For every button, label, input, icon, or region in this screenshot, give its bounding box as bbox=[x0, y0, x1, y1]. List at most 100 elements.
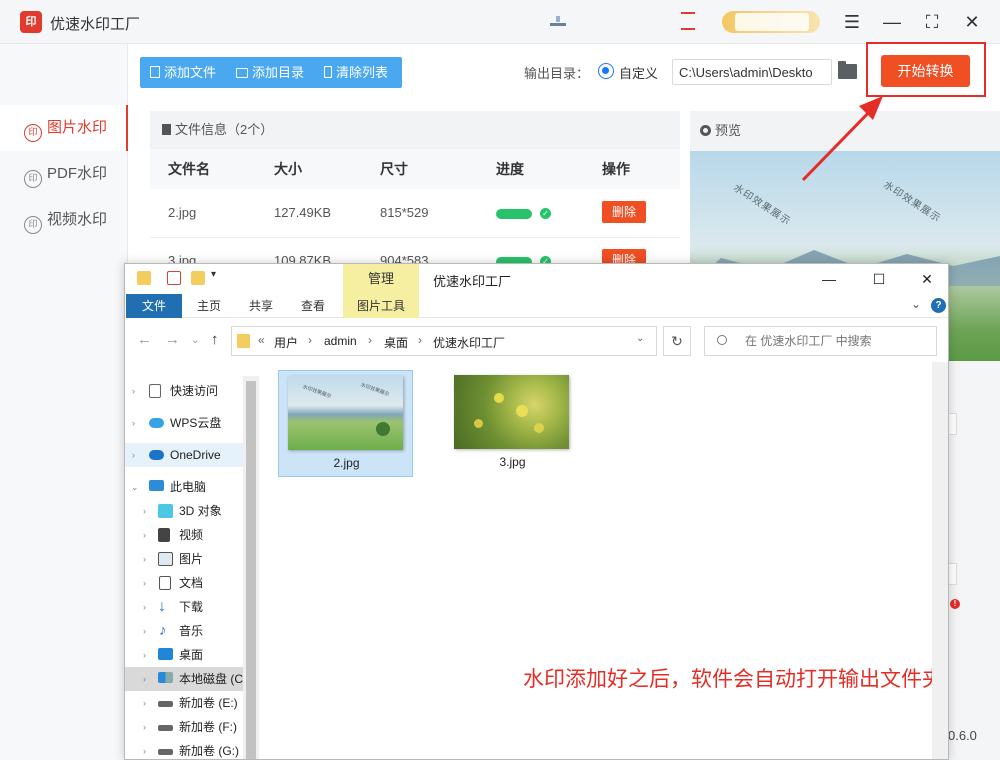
tree-scrollbar-thumb[interactable] bbox=[246, 381, 256, 759]
tree-item-pictures[interactable]: › 图片 bbox=[125, 547, 259, 571]
sidebar-item-pdf-watermark[interactable]: 印 PDF水印 bbox=[0, 151, 128, 197]
sidebar-item-video-watermark[interactable]: 印视频水印 bbox=[0, 197, 128, 243]
minimize-icon[interactable]: — bbox=[880, 10, 904, 34]
add-folder-button[interactable]: 添加目录 bbox=[236, 57, 304, 88]
tree-item-volume-f[interactable]: › 新加卷 (F:) bbox=[125, 715, 259, 739]
column-header: 进度 bbox=[496, 161, 524, 177]
chevron-right-icon[interactable]: › bbox=[132, 411, 135, 435]
back-icon[interactable]: ← bbox=[137, 331, 152, 348]
properties-icon[interactable] bbox=[167, 271, 181, 285]
tree-item-onedrive[interactable]: › OneDrive bbox=[125, 443, 259, 467]
chevron-down-icon[interactable]: ⌄ bbox=[911, 297, 921, 311]
watermark-icon: 印 bbox=[24, 216, 42, 234]
recent-locations-icon[interactable]: ⌄ bbox=[191, 335, 199, 346]
clear-list-label: 清除列表 bbox=[336, 65, 389, 80]
chevron-right-icon[interactable]: › bbox=[143, 547, 146, 571]
breadcrumb-segment[interactable]: 桌面 bbox=[384, 334, 408, 351]
new-folder-icon[interactable] bbox=[191, 271, 205, 285]
tree-item-wps-cloud[interactable]: › WPS云盘 bbox=[125, 411, 259, 435]
up-icon[interactable]: ↑ bbox=[211, 331, 219, 348]
search-input[interactable] bbox=[704, 326, 937, 356]
watermark-icon: 印 bbox=[24, 170, 42, 188]
chevron-right-icon[interactable]: › bbox=[143, 595, 146, 619]
tree-item-music[interactable]: › ♪ 音乐 bbox=[125, 619, 259, 643]
add-folder-label: 添加目录 bbox=[252, 65, 305, 80]
breadcrumb-segment[interactable]: 用户 bbox=[274, 334, 298, 351]
tree-item-volume-e[interactable]: › 新加卷 (E:) bbox=[125, 691, 259, 715]
tree-item-volume-g[interactable]: › 新加卷 (G:) bbox=[125, 739, 259, 759]
chevron-right-icon[interactable]: › bbox=[143, 667, 146, 691]
delete-button[interactable]: 删除 bbox=[602, 201, 646, 223]
forward-icon[interactable]: → bbox=[165, 331, 180, 348]
file-item-2jpg[interactable]: 水印效果展示 水印效果展示 2.jpg bbox=[278, 370, 413, 477]
help-icon[interactable]: ? bbox=[931, 298, 946, 313]
version-label: 0.6.0 bbox=[948, 728, 977, 743]
chevron-right-icon[interactable]: › bbox=[132, 379, 135, 403]
tree-item-this-pc[interactable]: ⌄ 此电脑 bbox=[125, 475, 259, 499]
sidebar-item-image-watermark[interactable]: 印图片水印 bbox=[0, 105, 128, 151]
breadcrumb-separator: › bbox=[308, 333, 312, 347]
tab-view[interactable]: 查看 bbox=[291, 294, 335, 318]
tab-share[interactable]: 共享 bbox=[239, 294, 283, 318]
file-dimension-cell: 815*529 bbox=[380, 205, 429, 220]
tree-item-label: 音乐 bbox=[179, 624, 204, 638]
file-content-area: 水印效果展示 水印效果展示 2.jpg 3.jpg 水印添加好之后，软件会自动打… bbox=[268, 362, 943, 759]
maximize-icon[interactable]: ⛶ bbox=[920, 10, 944, 34]
breadcrumb-segment[interactable]: admin bbox=[324, 334, 357, 348]
sidebar: 印图片水印 印 PDF水印 印视频水印 bbox=[0, 44, 128, 760]
output-path-input[interactable] bbox=[672, 59, 832, 85]
tree-item-videos[interactable]: › 视频 bbox=[125, 523, 259, 547]
tab-file[interactable]: 文件 bbox=[126, 294, 182, 318]
file-info-header: 文件信息（2个） bbox=[150, 111, 680, 149]
chevron-down-icon[interactable]: ⌄ bbox=[131, 475, 139, 499]
chevron-right-icon[interactable]: › bbox=[143, 523, 146, 547]
tree-item-3d-objects[interactable]: › 3D 对象 bbox=[125, 499, 259, 523]
custom-dir-radio[interactable] bbox=[598, 63, 614, 79]
browse-folder-icon[interactable] bbox=[838, 61, 857, 79]
manage-tab[interactable]: 管理 bbox=[343, 264, 419, 294]
folder-icon bbox=[137, 271, 151, 285]
menu-icon[interactable]: ☰ bbox=[840, 10, 864, 34]
minimize-icon[interactable]: — bbox=[817, 267, 841, 291]
chevron-right-icon[interactable]: › bbox=[143, 739, 146, 759]
chevron-right-icon[interactable]: › bbox=[143, 619, 146, 643]
tab-picture-tools[interactable]: 图片工具 bbox=[343, 294, 419, 318]
close-icon[interactable]: ✕ bbox=[960, 10, 984, 34]
chevron-right-icon[interactable]: › bbox=[143, 643, 146, 667]
chevron-right-icon[interactable]: › bbox=[143, 499, 146, 523]
file-info-panel: 文件信息（2个） 文件名 大小 尺寸 进度 操作 2.jpg 127.49KB … bbox=[150, 111, 680, 271]
chevron-right-icon[interactable]: › bbox=[132, 443, 135, 467]
content-scrollbar[interactable] bbox=[932, 362, 948, 759]
red-arrow-annotation bbox=[801, 96, 883, 182]
chevron-right-icon[interactable]: › bbox=[143, 571, 146, 595]
close-icon[interactable]: ✕ bbox=[915, 267, 939, 291]
tree-item-desktop[interactable]: › 桌面 bbox=[125, 643, 259, 667]
refresh-icon[interactable]: ↻ bbox=[663, 326, 691, 356]
chevron-right-icon[interactable]: › bbox=[143, 691, 146, 715]
customize-qa-icon[interactable]: ▾ bbox=[211, 269, 216, 280]
tree-item-label: WPS云盘 bbox=[170, 416, 222, 430]
maximize-icon[interactable]: ☐ bbox=[867, 267, 891, 291]
tree-item-label: 图片 bbox=[179, 552, 204, 566]
breadcrumb[interactable]: « 用户 › admin › 桌面 › 优速水印工厂 ⌄ bbox=[231, 326, 657, 356]
tree-item-label: 文档 bbox=[179, 576, 204, 590]
drive-icon bbox=[158, 725, 173, 731]
chevron-down-icon[interactable]: ⌄ bbox=[636, 333, 644, 344]
tree-item-quick-access[interactable]: › 快速访问 bbox=[125, 379, 259, 403]
file-icon bbox=[150, 66, 160, 78]
clear-list-button[interactable]: 清除列表 bbox=[324, 57, 388, 88]
start-convert-button[interactable]: 开始转换 bbox=[881, 55, 970, 87]
breadcrumb-segment[interactable]: 优速水印工厂 bbox=[433, 334, 505, 351]
decoration-icon bbox=[550, 16, 566, 26]
tab-home[interactable]: 主页 bbox=[187, 294, 231, 318]
tree-item-downloads[interactable]: › ↓ 下载 bbox=[125, 595, 259, 619]
tree-item-local-disk-c[interactable]: › 本地磁盘 (C bbox=[125, 667, 259, 691]
gift-icon[interactable] bbox=[681, 12, 695, 30]
file-item-3jpg[interactable]: 3.jpg bbox=[445, 370, 580, 477]
add-file-button[interactable]: 添加文件 bbox=[150, 57, 216, 88]
vip-badge-mask bbox=[735, 13, 809, 31]
output-dir-label: 输出目录： bbox=[524, 66, 590, 81]
chevron-right-icon[interactable]: › bbox=[143, 715, 146, 739]
file-thumbnail bbox=[454, 375, 569, 449]
tree-item-documents[interactable]: › 文档 bbox=[125, 571, 259, 595]
